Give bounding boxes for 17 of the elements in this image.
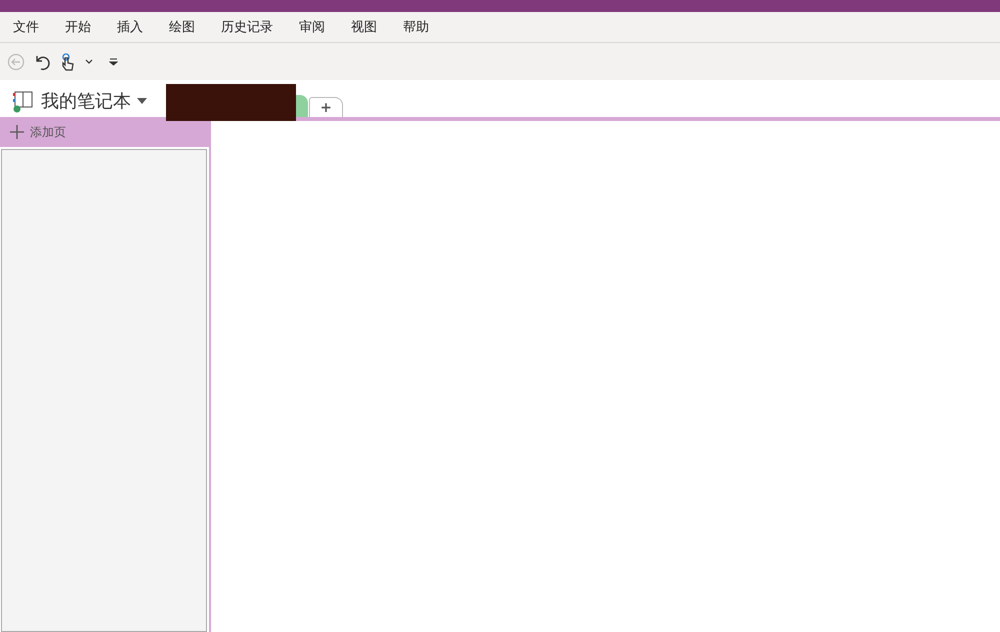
menu-item[interactable]: 审阅 [291, 18, 333, 36]
menu-item[interactable]: 插入 [109, 18, 151, 36]
add-section-tab[interactable]: + [309, 97, 343, 117]
plus-icon [10, 125, 24, 139]
chevron-down-icon[interactable] [85, 58, 93, 64]
menu-item[interactable]: 视图 [343, 18, 385, 36]
dropdown-arrow-icon [137, 98, 147, 104]
menu-item[interactable]: 开始 [57, 18, 99, 36]
menu-item[interactable]: 文件 [5, 18, 47, 36]
menu-item[interactable]: 帮助 [395, 18, 437, 36]
menu-item[interactable]: 历史记录 [213, 18, 281, 36]
touch-icon[interactable] [61, 52, 75, 70]
add-page-button[interactable]: 添加页 [0, 117, 209, 147]
notebook-icon [11, 89, 35, 113]
notebook-selector[interactable]: 我的笔记本 [0, 89, 166, 117]
menu-item[interactable]: 绘图 [161, 18, 203, 36]
customize-toolbar-icon[interactable] [109, 58, 118, 66]
